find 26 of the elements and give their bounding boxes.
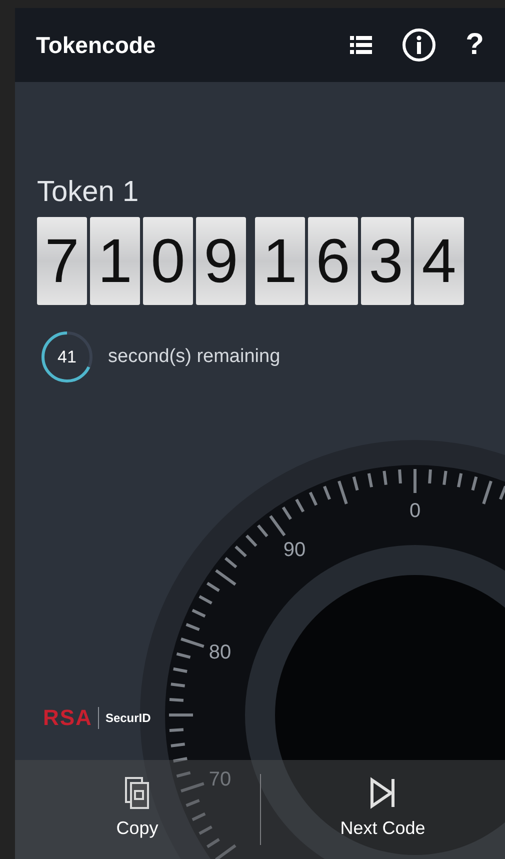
dial-number: 80	[208, 642, 232, 664]
countdown-ring	[40, 330, 94, 384]
code-digit: 4	[414, 217, 464, 305]
dial-number: 70	[208, 768, 232, 790]
next-code-button[interactable]: Next Code	[332, 773, 434, 846]
code-digit: 7	[37, 217, 87, 305]
token-name: Token 1	[37, 178, 140, 207]
product-name: SecurID	[105, 710, 151, 726]
brand-logo: RSA	[43, 704, 92, 732]
dial-number: 0	[409, 500, 421, 522]
copy-icon	[125, 777, 150, 809]
help-button[interactable]: ?	[466, 30, 484, 60]
code-digit: 0	[143, 217, 193, 305]
code-digit: 6	[308, 217, 358, 305]
code-digit: 1	[255, 217, 305, 305]
app-title: Tokencode	[36, 30, 157, 60]
skip-next-icon	[370, 777, 396, 809]
code-digit: 9	[196, 217, 246, 305]
seconds-count: 41	[58, 348, 76, 366]
remaining-label: second(s) remaining	[108, 344, 280, 369]
info-icon[interactable]	[402, 28, 436, 62]
copy-button[interactable]: Copy	[108, 773, 166, 846]
code-digit: 1	[90, 217, 140, 305]
dial-number: 90	[283, 539, 306, 562]
code-digit: 3	[361, 217, 411, 305]
list-icon[interactable]	[350, 35, 372, 55]
